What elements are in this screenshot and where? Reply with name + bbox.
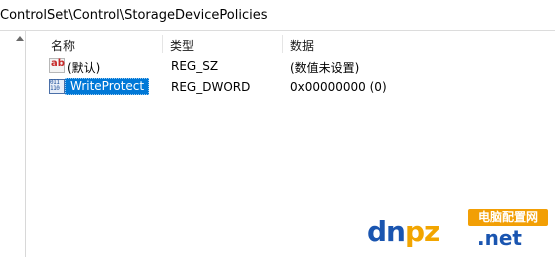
key-tree-pane[interactable] xyxy=(0,31,26,257)
binary-value-icon: 011 110 xyxy=(49,79,65,94)
value-data: 0x00000000 (0) xyxy=(290,80,387,94)
column-header-data[interactable]: 数据 xyxy=(290,37,314,54)
table-row[interactable]: 011 110 WriteProtect REG_DWORD 0x0000000… xyxy=(27,77,555,98)
watermark-domain: .net xyxy=(477,226,522,250)
scroll-up-arrow-icon[interactable] xyxy=(16,36,24,41)
registry-editor-window: ControlSet\Control\StorageDevicePolicies… xyxy=(0,0,555,257)
string-value-icon: ab xyxy=(49,58,65,73)
site-watermark-logo: dnpz 电脑配置网 .net xyxy=(367,209,549,250)
value-name: (默认) xyxy=(67,61,101,75)
address-path[interactable]: ControlSet\Control\StorageDevicePolicies xyxy=(0,8,268,23)
column-header-name[interactable]: 名称 xyxy=(51,37,75,54)
watermark-main: dnpz xyxy=(367,215,440,248)
value-type: REG_DWORD xyxy=(171,80,251,94)
address-bar[interactable]: ControlSet\Control\StorageDevicePolicies xyxy=(0,0,555,31)
string-value-glyph: ab xyxy=(51,58,65,69)
column-header-type[interactable]: 类型 xyxy=(170,37,194,54)
table-row[interactable]: ab (默认) REG_SZ (数值未设置) xyxy=(27,56,555,77)
column-divider[interactable] xyxy=(282,35,283,53)
value-name-selected[interactable]: WriteProtect xyxy=(65,78,150,95)
watermark-main-z: pz xyxy=(404,215,440,248)
list-header: 名称 类型 数据 xyxy=(27,31,555,55)
watermark-badge: 电脑配置网 xyxy=(468,209,548,226)
value-type: REG_SZ xyxy=(171,59,219,73)
column-divider[interactable] xyxy=(162,35,163,53)
watermark-main-a: dn xyxy=(367,215,406,248)
binary-value-glyph: 011 110 xyxy=(50,79,60,92)
value-data: (数值未设置) xyxy=(290,61,360,75)
